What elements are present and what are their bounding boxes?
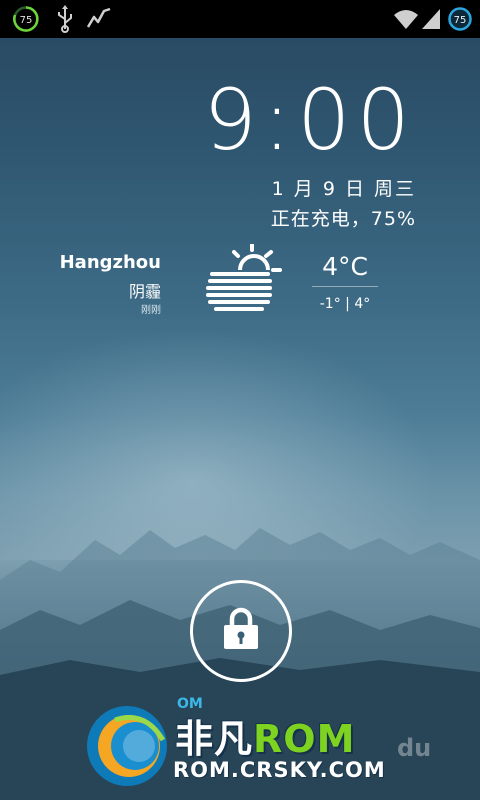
weather-condition: 阴霾 <box>128 282 161 301</box>
weather-temperature: 4°C <box>322 252 368 281</box>
wifi-icon <box>394 10 418 29</box>
usb-icon <box>58 5 72 33</box>
watermark-title: 非凡ROM <box>175 708 355 763</box>
charging-status: 正在充电，75% <box>270 208 416 230</box>
lockscreen: 75 75 9:00 1 月 9 日 周三 正在充电，75% Hangzhou … <box>0 0 480 800</box>
clock-time: 9:00 <box>203 71 416 169</box>
battery-level-text: 75 <box>454 15 467 26</box>
watermark: OM 非凡ROM du ROM.CRSKY.COM <box>85 696 445 796</box>
date-label: 1 月 9 日 周三 <box>271 178 416 200</box>
battery-badge-text: 75 <box>20 15 33 26</box>
watermark-logo-icon <box>87 706 167 786</box>
watermark-title-rom: ROM <box>253 717 356 761</box>
activity-chart-icon <box>86 7 111 28</box>
watermark-url: ROM.CRSKY.COM <box>173 758 386 782</box>
status-bar: 75 75 <box>0 0 480 38</box>
temperature-divider <box>312 286 378 287</box>
watermark-du-text: du <box>397 734 432 762</box>
lock-icon <box>224 607 258 649</box>
partly-cloudy-icon <box>206 244 282 311</box>
signal-icon <box>422 9 440 29</box>
weather-updated: 刚刚 <box>141 305 161 316</box>
weather-range: -1° | 4° <box>319 296 371 312</box>
battery-badge-icon: 75 <box>448 7 472 31</box>
weather-city: Hangzhou <box>59 252 161 273</box>
watermark-title-prefix: 非凡 <box>175 717 254 761</box>
battery-circle-icon: 75 <box>13 6 39 32</box>
unlock-button[interactable] <box>190 580 292 682</box>
